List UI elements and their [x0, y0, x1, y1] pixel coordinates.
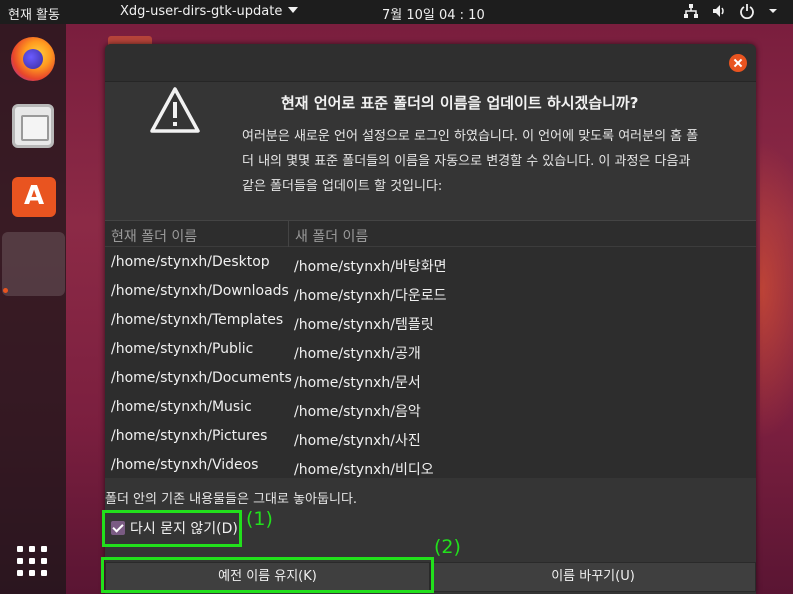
close-icon[interactable] [729, 54, 747, 72]
new-path: /home/stynxh/템플릿 [294, 317, 434, 333]
annotation-label-2: (2) [434, 536, 461, 558]
show-applications-grid-icon[interactable] [17, 546, 49, 578]
active-app-slot[interactable] [2, 232, 65, 296]
dialog-description: 여러분은 새로운 언어 설정으로 로그인 하였습니다. 이 언어에 맞도록 여러… [242, 129, 699, 194]
table-row[interactable]: /home/stynxh/Public/home/stynxh/공개 [105, 336, 756, 365]
current-path: /home/stynxh/Desktop [111, 254, 270, 270]
top-bar: 현재 활동 Xdg-user-dirs-gtk-update 7월 10일 04… [0, 0, 793, 24]
current-path: /home/stynxh/Templates [111, 312, 284, 328]
new-path: /home/stynxh/음악 [294, 404, 421, 420]
annotation-box-1 [102, 510, 242, 547]
contents-note: 폴더 안의 기존 내용물들은 그대로 놓아둡니다. [105, 492, 358, 507]
update-names-button[interactable]: 이름 바꾸기(U) [430, 562, 756, 592]
software-center-icon[interactable]: A [12, 177, 56, 217]
table-header: 현재 폴더 이름 새 폴더 이름 [105, 221, 756, 247]
table-row[interactable]: /home/stynxh/Videos/home/stynxh/비디오 [105, 452, 756, 481]
table-row[interactable]: /home/stynxh/Documents/home/stynxh/문서 [105, 365, 756, 394]
volume-icon [713, 5, 724, 17]
new-path: /home/stynxh/사진 [294, 433, 421, 449]
column-header-new[interactable]: 새 폴더 이름 [295, 226, 368, 246]
table-row[interactable]: /home/stynxh/Pictures/home/stynxh/사진 [105, 423, 756, 452]
files-icon[interactable] [12, 104, 54, 148]
new-path: /home/stynxh/비디오 [294, 462, 434, 478]
wallpaper-glow [760, 140, 793, 440]
current-path: /home/stynxh/Pictures [111, 428, 268, 444]
caret-down-icon [288, 7, 299, 13]
table-row[interactable]: /home/stynxh/Templates/home/stynxh/템플릿 [105, 307, 756, 336]
software-center-glyph: A [23, 181, 45, 211]
dock: A [0, 24, 66, 594]
dialog-headline: 현재 언어로 표준 폴더의 이름을 업데이트 하시겠습니까? [281, 94, 639, 112]
current-path: /home/stynxh/Downloads [111, 283, 289, 299]
firefox-icon[interactable] [11, 37, 55, 81]
new-path: /home/stynxh/공개 [294, 346, 421, 362]
annotation-box-2 [101, 557, 434, 593]
table-row[interactable]: /home/stynxh/Desktop/home/stynxh/바탕화면 [105, 249, 756, 278]
new-path: /home/stynxh/다운로드 [294, 288, 447, 304]
system-tray[interactable] [683, 3, 783, 19]
chevron-down-icon [769, 9, 777, 13]
dialog-titlebar[interactable] [105, 44, 756, 82]
column-separator [288, 221, 289, 247]
folder-table: 현재 폴더 이름 새 폴더 이름 /home/stynxh/Desktop/ho… [105, 220, 756, 478]
clock[interactable]: 7월 10일 04 : 10 [382, 4, 485, 23]
running-indicator [3, 288, 8, 293]
new-path: /home/stynxh/문서 [294, 375, 421, 391]
current-path: /home/stynxh/Public [111, 341, 254, 357]
annotation-label-1: (1) [246, 508, 273, 530]
current-path: /home/stynxh/Documents [111, 370, 292, 386]
app-menu-label: Xdg-user-dirs-gtk-update [120, 4, 283, 19]
activities-button[interactable]: 현재 활동 [8, 4, 60, 23]
column-header-current[interactable]: 현재 폴더 이름 [111, 226, 197, 246]
current-path: /home/stynxh/Music [111, 399, 252, 415]
new-path: /home/stynxh/바탕화면 [294, 259, 447, 275]
warning-icon [150, 87, 200, 133]
power-icon [740, 4, 754, 19]
network-icon [684, 4, 698, 18]
table-row[interactable]: /home/stynxh/Downloads/home/stynxh/다운로드 [105, 278, 756, 307]
table-row[interactable]: /home/stynxh/Music/home/stynxh/음악 [105, 394, 756, 423]
app-menu[interactable]: Xdg-user-dirs-gtk-update [120, 4, 299, 19]
current-path: /home/stynxh/Videos [111, 457, 259, 473]
